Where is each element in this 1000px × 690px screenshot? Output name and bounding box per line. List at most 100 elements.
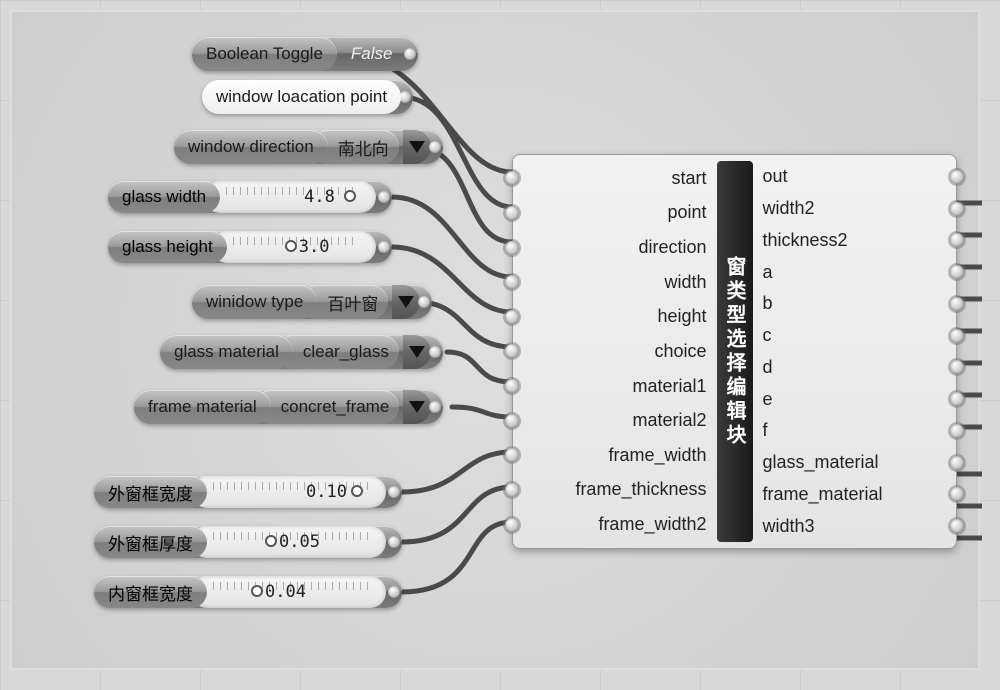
frame-material-value[interactable]: concret_frame [254,390,400,424]
output-port[interactable] [950,487,964,501]
glass-height-label: glass height [108,231,227,263]
outer-frame-thickness-value: 0.05 [279,532,320,552]
input-label: point [667,198,706,228]
output-port[interactable] [376,181,392,213]
input-port[interactable] [505,310,519,324]
output-port[interactable] [950,519,964,533]
slider-track[interactable]: 0.04 [191,576,386,608]
outer-frame-width-value: 0.10 [306,482,347,502]
input-label: frame_thickness [575,475,706,505]
output-label: glass_material [763,448,879,478]
input-port[interactable] [505,379,519,393]
glass-height-slider[interactable]: glass height 3.0 [108,231,392,263]
cluster-title: 窗类型选择编辑块 [720,256,749,448]
input-port[interactable] [505,518,519,532]
output-port[interactable] [416,285,432,319]
outer-frame-thickness-label: 外窗框厚度 [94,526,207,558]
input-label: height [657,302,706,332]
output-label: thickness2 [763,225,848,255]
output-port[interactable] [950,424,964,438]
input-label: material2 [632,406,706,436]
slider-thumb[interactable] [251,585,263,597]
inner-frame-width-label: 内窗框宽度 [94,576,207,608]
input-label: direction [638,233,706,263]
window-direction-label: window direction [174,130,328,164]
output-port[interactable] [427,335,443,369]
glass-material-label: glass material [160,335,293,369]
input-label: width [664,267,706,297]
output-port[interactable] [386,526,402,558]
output-port[interactable] [950,202,964,216]
input-label: material1 [632,371,706,401]
output-port[interactable] [386,576,402,608]
boolean-toggle-value[interactable]: False [337,37,407,71]
input-port[interactable] [505,448,519,462]
output-label: c [763,321,772,351]
input-port[interactable] [505,275,519,289]
output-port[interactable] [950,392,964,406]
outer-frame-width-label: 外窗框宽度 [94,476,207,508]
diagram-frame: Boolean Toggle False window loacation po… [10,10,980,670]
output-port[interactable] [950,360,964,374]
input-label: choice [654,336,706,366]
input-label: frame_width [608,440,706,470]
input-port[interactable] [505,483,519,497]
output-label: frame_material [763,479,883,509]
input-port[interactable] [505,414,519,428]
boolean-toggle-label: Boolean Toggle [192,37,337,71]
glass-width-label: glass width [108,181,220,213]
output-port[interactable] [386,476,402,508]
window-type-node[interactable]: winidow type 百叶窗 [192,285,432,319]
output-port[interactable] [402,37,418,71]
cluster-input-labels: start point direction width height choic… [513,155,717,548]
outer-frame-thickness-slider[interactable]: 外窗框厚度 0.05 [94,526,402,558]
window-location-point-node[interactable]: window loacation point [202,80,413,114]
output-port[interactable] [376,231,392,263]
input-port[interactable] [505,171,519,185]
slider-thumb[interactable] [351,485,363,497]
input-label: start [671,163,706,193]
output-label: b [763,289,773,319]
slider-thumb[interactable] [344,190,356,202]
glass-material-node[interactable]: glass material clear_glass [160,335,443,369]
slider-thumb[interactable] [285,240,297,252]
output-label: width2 [763,194,815,224]
window-type-label: winidow type [192,285,317,319]
output-label: f [763,416,768,446]
output-port[interactable] [427,130,443,164]
window-location-point-label: window loacation point [202,80,401,114]
glass-material-value[interactable]: clear_glass [276,335,399,369]
slider-track[interactable]: 0.10 [191,476,386,508]
output-port[interactable] [950,329,964,343]
slider-track[interactable]: 3.0 [211,231,376,263]
input-port[interactable] [505,206,519,220]
output-port[interactable] [950,170,964,184]
cluster-title-bar: 窗类型选择编辑块 [717,161,753,542]
output-port[interactable] [950,456,964,470]
glass-width-value: 4.8 [304,187,335,207]
output-port[interactable] [950,265,964,279]
cluster-output-labels: out width2 thickness2 a b c d e f glass_… [753,155,957,548]
output-port[interactable] [950,297,964,311]
frame-material-label: frame material [134,390,271,424]
input-port[interactable] [505,344,519,358]
cluster-output-ports [950,155,964,548]
slider-track[interactable]: 4.8 [204,181,376,213]
output-label: width3 [763,511,815,541]
slider-track[interactable]: 0.05 [191,526,386,558]
window-type-cluster[interactable]: start point direction width height choic… [512,154,957,549]
inner-frame-width-value: 0.04 [265,582,306,602]
glass-width-slider[interactable]: glass width 4.8 [108,181,392,213]
output-port[interactable] [950,233,964,247]
outer-frame-width-slider[interactable]: 外窗框宽度 0.10 [94,476,402,508]
slider-thumb[interactable] [265,535,277,547]
output-label: d [763,352,773,382]
frame-material-node[interactable]: frame material concret_frame [134,390,443,424]
output-port[interactable] [427,390,443,424]
window-direction-node[interactable]: window direction 南北向 [174,130,443,164]
input-label: frame_width2 [598,510,706,540]
boolean-toggle-node[interactable]: Boolean Toggle False [192,37,418,71]
input-port[interactable] [505,241,519,255]
cluster-input-ports [505,155,519,548]
inner-frame-width-slider[interactable]: 内窗框宽度 0.04 [94,576,402,608]
